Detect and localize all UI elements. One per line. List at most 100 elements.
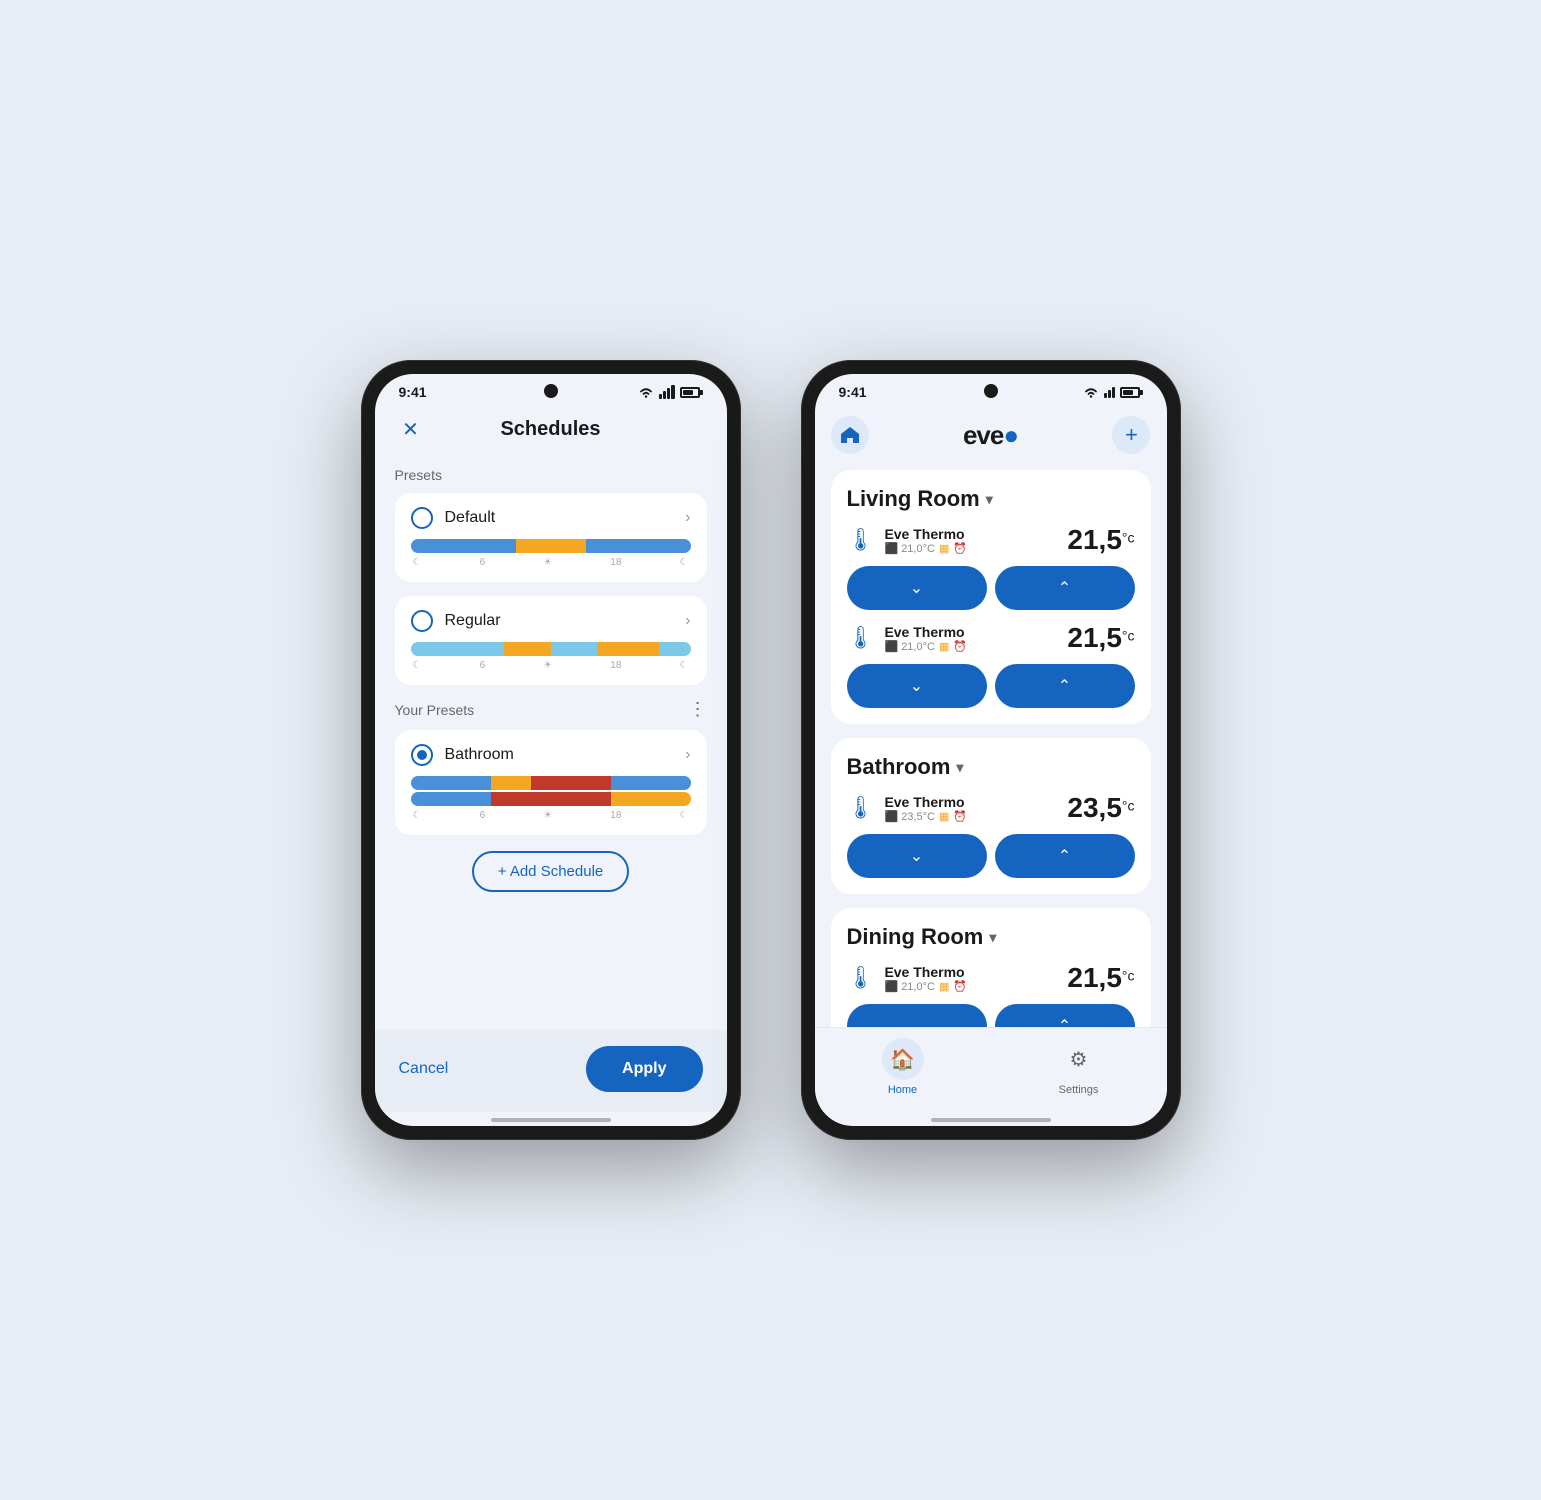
eve-header: eve● + bbox=[831, 406, 1151, 470]
thermo-icon-bathroom: 🌡 bbox=[847, 795, 875, 821]
schedules-screen: ✕ Schedules Presets Default › bbox=[375, 406, 727, 1030]
battery-icon-2 bbox=[1120, 387, 1143, 398]
decrease-btn-living-1[interactable]: ⌄ bbox=[847, 566, 987, 610]
device-sub-living-2: ⬛ 21,0°C ▦ ⏰ bbox=[884, 640, 967, 653]
preset-row-bathroom[interactable]: Bathroom › bbox=[411, 744, 691, 766]
eve-logo: eve● bbox=[963, 420, 1018, 451]
status-icons-2 bbox=[1083, 386, 1143, 398]
device-name-dining: Eve Thermo bbox=[884, 964, 967, 980]
preset-left-regular: Regular bbox=[411, 610, 501, 632]
increase-btn-dining[interactable]: ⌃ bbox=[995, 1004, 1135, 1027]
preset-row-regular[interactable]: Regular › bbox=[411, 610, 691, 632]
schedules-header: ✕ Schedules bbox=[395, 406, 707, 461]
home-indicator-2 bbox=[931, 1118, 1051, 1122]
device-row-living-2: 🌡 Eve Thermo ⬛ 21,0°C ▦ ⏰ bbox=[847, 622, 1135, 654]
radio-bathroom-inner bbox=[417, 750, 427, 760]
schedules-title: Schedules bbox=[500, 418, 600, 441]
radio-regular[interactable] bbox=[411, 610, 433, 632]
phones-container: 9:41 bbox=[361, 360, 1181, 1140]
device-name-bathroom: Eve Thermo bbox=[884, 794, 967, 810]
preset-left-bathroom: Bathroom bbox=[411, 744, 514, 766]
device-sub-living-1: ⬛ 21,0°C ▦ ⏰ bbox=[884, 542, 967, 555]
preset-name-regular: Regular bbox=[445, 612, 501, 630]
device-name-living-2: Eve Thermo bbox=[884, 624, 967, 640]
nav-home[interactable]: 🏠 Home bbox=[882, 1038, 924, 1096]
room-header-dining: Dining Room ▾ bbox=[847, 924, 1135, 950]
chevron-default: › bbox=[685, 509, 690, 527]
increase-btn-bathroom[interactable]: ⌃ bbox=[995, 834, 1135, 878]
presets-label: Presets bbox=[395, 467, 707, 483]
apply-button[interactable]: Apply bbox=[586, 1046, 702, 1092]
room-header-bathroom: Bathroom ▾ bbox=[847, 754, 1135, 780]
nav-settings[interactable]: ⚙ Settings bbox=[1058, 1038, 1100, 1096]
phone-schedules: 9:41 bbox=[361, 360, 741, 1140]
status-time-1: 9:41 bbox=[399, 384, 427, 400]
wifi-icon bbox=[638, 386, 654, 398]
signal-icon-2 bbox=[1104, 387, 1115, 398]
increase-btn-living-1[interactable]: ⌃ bbox=[995, 566, 1135, 610]
battery-icon bbox=[680, 387, 703, 398]
camera-notch-2 bbox=[984, 384, 998, 398]
temp-living-1: 21,5 bbox=[1067, 524, 1122, 555]
device-row-bathroom: 🌡 Eve Thermo ⬛ 23,5°C ▦ ⏰ bbox=[847, 792, 1135, 824]
radio-bathroom[interactable] bbox=[411, 744, 433, 766]
chevron-bathroom: › bbox=[685, 746, 690, 764]
home-indicator-1 bbox=[491, 1118, 611, 1122]
bottom-bar: Cancel Apply bbox=[375, 1030, 727, 1112]
chevron-regular: › bbox=[685, 612, 690, 630]
room-chevron-dining[interactable]: ▾ bbox=[989, 929, 996, 946]
preset-card-bathroom: Bathroom › bbox=[395, 730, 707, 835]
increase-btn-living-2[interactable]: ⌃ bbox=[995, 664, 1135, 708]
home-icon-button[interactable] bbox=[831, 416, 869, 454]
device-sub-dining: ⬛ 21,0°C ▦ ⏰ bbox=[884, 980, 967, 993]
room-header-living-room: Living Room ▾ bbox=[847, 486, 1135, 512]
thermo-icon-living-1: 🌡 bbox=[847, 527, 875, 553]
preset-name-default: Default bbox=[445, 509, 496, 527]
cancel-button[interactable]: Cancel bbox=[399, 1060, 449, 1078]
decrease-btn-bathroom[interactable]: ⌄ bbox=[847, 834, 987, 878]
room-card-bathroom: Bathroom ▾ 🌡 Eve Thermo ⬛ 23,5°C ▦ ⏰ bbox=[831, 738, 1151, 894]
phone-eve: 9:41 bbox=[801, 360, 1181, 1140]
nav-home-icon: 🏠 bbox=[882, 1038, 924, 1080]
preset-row-default[interactable]: Default › bbox=[411, 507, 691, 529]
status-icons-1 bbox=[638, 385, 703, 399]
your-presets-label: Your Presets bbox=[395, 702, 475, 718]
decrease-btn-dining[interactable]: ⌄ bbox=[847, 1004, 987, 1027]
schedule-bar-regular: ☾ 6 ☀ 18 ☾ bbox=[411, 642, 691, 671]
eve-screen: eve● + Living Room ▾ 🌡 E bbox=[815, 406, 1167, 1027]
room-chevron-bathroom[interactable]: ▾ bbox=[956, 759, 963, 776]
wifi-icon-2 bbox=[1083, 386, 1099, 398]
bottom-nav: 🏠 Home ⚙ Settings bbox=[815, 1027, 1167, 1112]
control-btns-living-1: ⌄ ⌃ bbox=[847, 566, 1135, 610]
signal-icon bbox=[659, 385, 675, 399]
decrease-btn-living-2[interactable]: ⌄ bbox=[847, 664, 987, 708]
camera-notch bbox=[544, 384, 558, 398]
preset-left-default: Default bbox=[411, 507, 496, 529]
radio-default[interactable] bbox=[411, 507, 433, 529]
your-presets-menu[interactable]: ⋮ bbox=[689, 699, 707, 720]
close-button[interactable]: ✕ bbox=[395, 414, 427, 446]
device-name-living-1: Eve Thermo bbox=[884, 526, 967, 542]
control-btns-bathroom: ⌄ ⌃ bbox=[847, 834, 1135, 878]
status-time-2: 9:41 bbox=[839, 384, 867, 400]
control-btns-dining: ⌄ ⌃ bbox=[847, 1004, 1135, 1027]
nav-settings-icon: ⚙ bbox=[1058, 1038, 1100, 1080]
your-presets-header: Your Presets ⋮ bbox=[395, 699, 707, 720]
temp-living-2: 21,5 bbox=[1067, 622, 1122, 653]
control-btns-living-2: ⌄ ⌃ bbox=[847, 664, 1135, 708]
add-schedule-button[interactable]: + Add Schedule bbox=[472, 851, 630, 892]
room-chevron-living[interactable]: ▾ bbox=[986, 491, 993, 508]
device-row-living-1: 🌡 Eve Thermo ⬛ 21,0°C ▦ ⏰ bbox=[847, 524, 1135, 556]
device-row-dining: 🌡 Eve Thermo ⬛ 21,0°C ▦ ⏰ bbox=[847, 962, 1135, 994]
schedule-bar-default: ☾ 6 ☀ 18 ☾ bbox=[411, 539, 691, 568]
preset-card-regular: Regular › ☾ bbox=[395, 596, 707, 685]
add-button[interactable]: + bbox=[1112, 416, 1150, 454]
nav-settings-label: Settings bbox=[1059, 1084, 1099, 1096]
temp-dining: 21,5 bbox=[1067, 962, 1122, 993]
temp-bathroom: 23,5 bbox=[1067, 792, 1122, 823]
thermo-icon-living-2: 🌡 bbox=[847, 625, 875, 651]
preset-name-bathroom: Bathroom bbox=[445, 746, 514, 764]
preset-card-default: Default › ☾ 6 ☀ bbox=[395, 493, 707, 582]
schedule-bar-bathroom: ☾ 6 ☀ 18 ☾ bbox=[411, 776, 691, 821]
device-sub-bathroom: ⬛ 23,5°C ▦ ⏰ bbox=[884, 810, 967, 823]
